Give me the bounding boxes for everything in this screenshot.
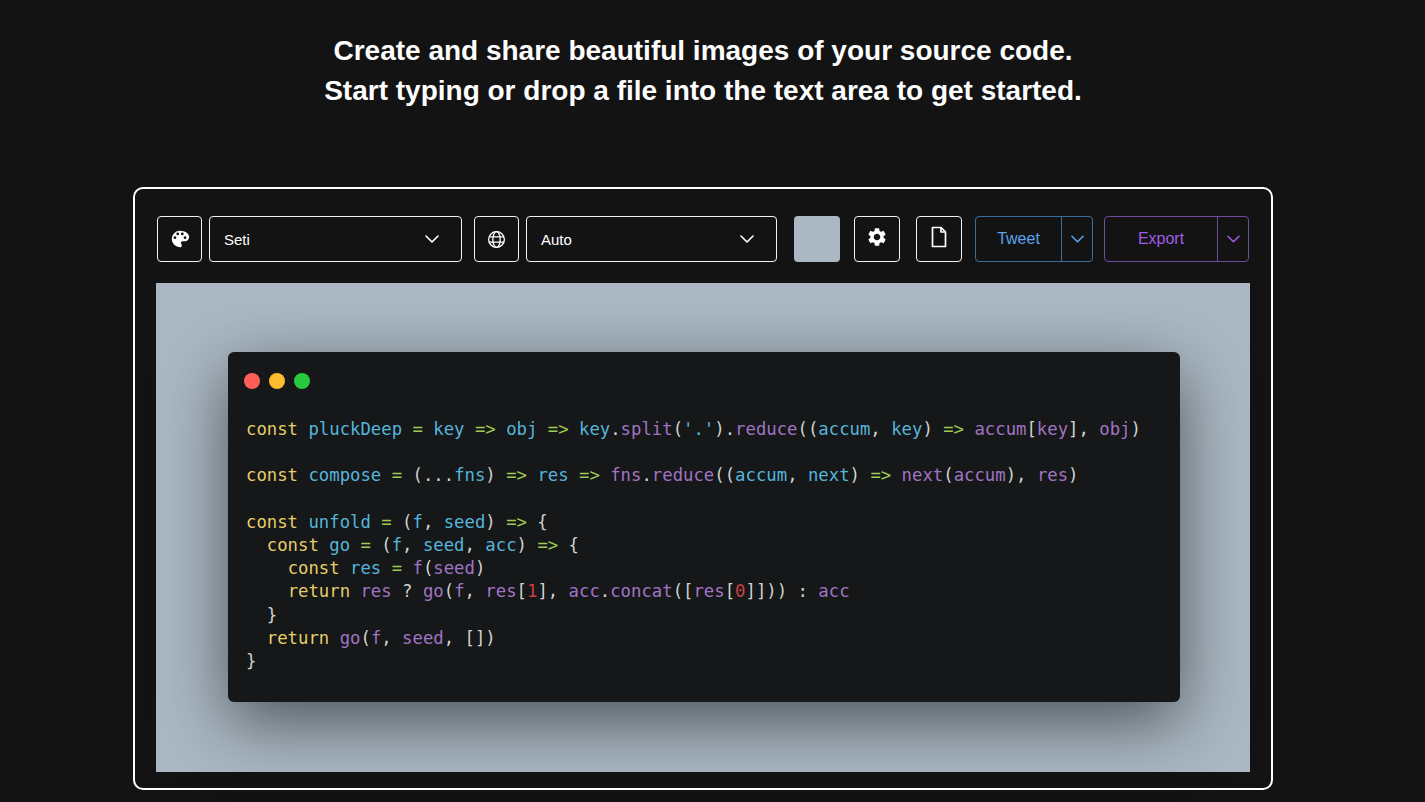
export-button-label[interactable]: Export [1105,217,1217,261]
export-background-area[interactable]: const pluckDeep = key => obj => key.spli… [156,283,1250,772]
export-button[interactable]: Export [1104,216,1249,262]
document-icon [929,226,949,252]
chevron-down-icon [1227,235,1240,243]
close-dot [244,373,260,389]
minimize-dot [269,373,285,389]
copy-button[interactable] [916,216,962,262]
chevron-down-icon [425,235,439,243]
editor-frame: Seti Auto Tweet Export [133,187,1273,790]
language-icon-button[interactable] [474,216,519,262]
tweet-button-label[interactable]: Tweet [976,217,1061,261]
theme-select[interactable]: Seti [209,216,462,262]
tweet-button[interactable]: Tweet [975,216,1093,262]
settings-button[interactable] [854,216,900,262]
language-select[interactable]: Auto [526,216,777,262]
globe-icon [486,229,507,250]
maximize-dot [294,373,310,389]
chevron-down-icon [1071,235,1084,243]
export-dropdown-arrow[interactable] [1217,217,1248,261]
theme-select-value: Seti [210,231,250,248]
window-controls [244,373,310,389]
tweet-dropdown-arrow[interactable] [1061,217,1092,261]
language-select-value: Auto [527,231,572,248]
heading-line-1: Create and share beautiful images of you… [0,31,1406,71]
background-color-swatch[interactable] [794,216,840,262]
page-heading: Create and share beautiful images of you… [0,31,1406,111]
code-editor[interactable]: const pluckDeep = key => obj => key.spli… [246,418,1141,673]
heading-line-2: Start typing or drop a file into the tex… [0,71,1406,111]
palette-icon [169,228,191,250]
chevron-down-icon [740,235,754,243]
code-window[interactable]: const pluckDeep = key => obj => key.spli… [228,352,1180,702]
theme-icon-button[interactable] [157,216,202,262]
gear-icon [866,226,888,252]
